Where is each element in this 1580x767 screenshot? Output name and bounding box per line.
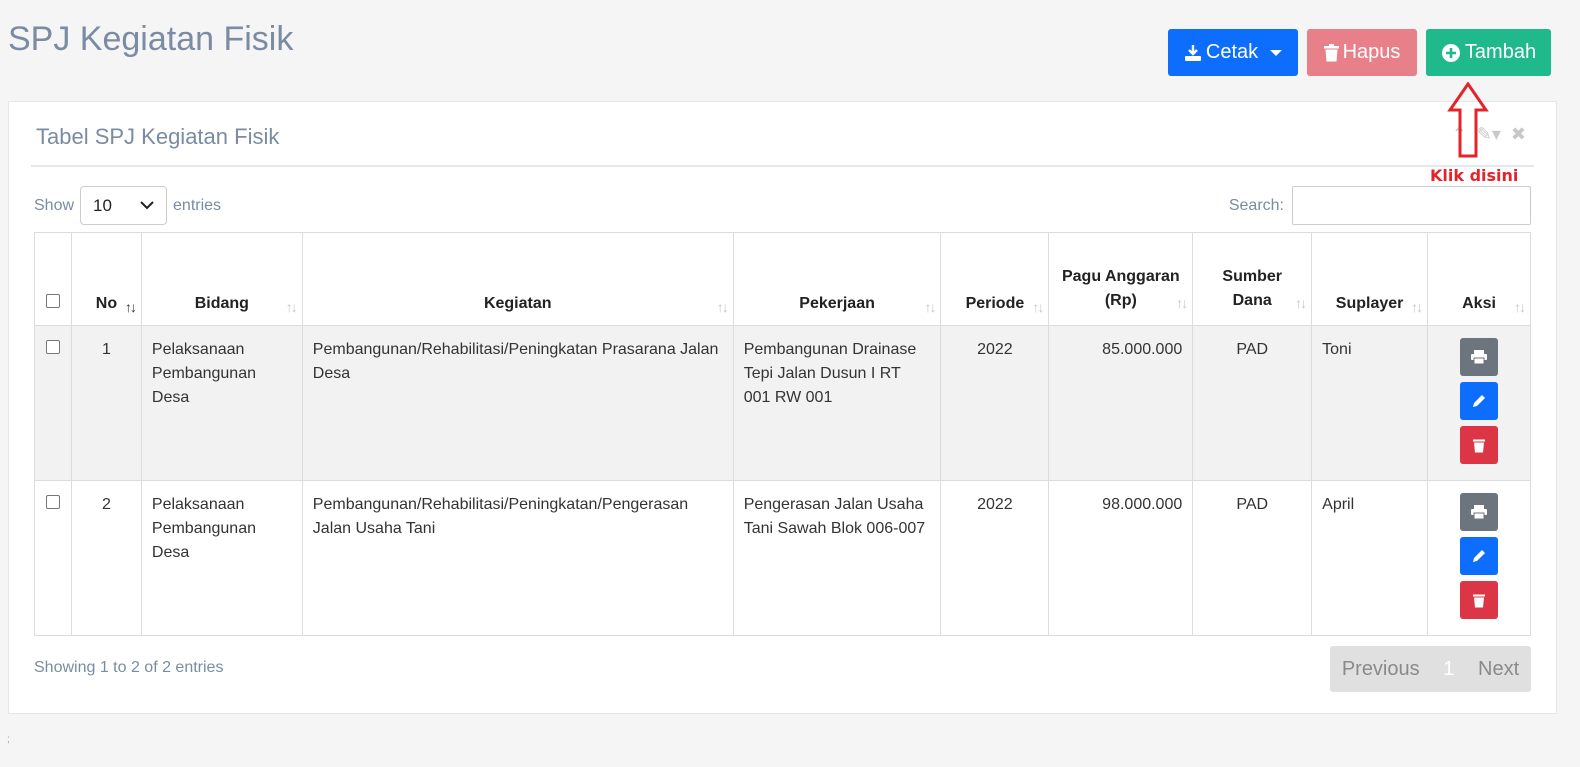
sort-icon: ↑↓ [1295, 295, 1307, 311]
cell-kegiatan: Pembangunan/Rehabilitasi/Peningkatan/Pen… [301, 480, 734, 636]
cell-kegiatan: Pembangunan/Rehabilitasi/Peningkatan Pra… [301, 325, 734, 481]
table-info: Showing 1 to 2 of 2 entries [34, 659, 224, 676]
cell-bidang: Pelaksanaan Pembangunan Desa [140, 325, 303, 481]
cell-aksi [1427, 325, 1531, 481]
cell-pagu: 98.000.000 [1048, 480, 1194, 636]
pencil-icon [1473, 395, 1486, 407]
row-checkbox[interactable] [45, 495, 60, 509]
trash-icon [1473, 594, 1486, 607]
table-row: 2 Pelaksanaan Pembangunan Desa Pembangun… [34, 480, 1531, 636]
pagination: Previous 1 Next [1330, 646, 1531, 692]
hapus-button[interactable]: Hapus [1307, 29, 1417, 76]
cell-sumber-dana: PAD [1192, 480, 1313, 636]
sort-icon: ↑↓ [716, 299, 729, 315]
cell-no: 1 [70, 325, 142, 481]
annotation-arrow-icon [1447, 82, 1489, 158]
cell-suplayer: April [1311, 480, 1429, 636]
trash-icon [1473, 439, 1486, 452]
column-header-periode[interactable]: Periode ↑↓ [940, 232, 1050, 326]
table-header-row: No ↑↓ Bidang ↑↓ Kegiatan ↑↓ Pekerjaan ↑↓ Per… [34, 232, 1531, 326]
sort-icon: ↑↓ [1514, 299, 1526, 315]
next-button[interactable]: Next [1478, 658, 1519, 681]
footer-mark: ; [7, 734, 10, 745]
cell-periode: 2022 [940, 480, 1050, 636]
close-icon[interactable]: ✖ [1511, 124, 1526, 145]
sort-icon: ↑↓ [1032, 299, 1044, 315]
print-icon [1471, 350, 1488, 364]
sort-asc-icon: ↑↓ [124, 299, 137, 315]
card-title: Tabel SPJ Kegiatan Fisik [36, 124, 280, 149]
cell-sumber-dana: PAD [1192, 325, 1313, 481]
sort-icon: ↑↓ [1176, 295, 1188, 311]
previous-button[interactable]: Previous [1342, 658, 1420, 681]
download-icon [1184, 44, 1201, 61]
print-button[interactable] [1460, 338, 1499, 376]
table-card: Tabel SPJ Kegiatan Fisik ⌃ ✎▾ ✖ Show 10 … [8, 101, 1557, 714]
tambah-label: Tambah [1464, 41, 1537, 63]
cell-pekerjaan: Pengerasan Jalan Usaha Tani Sawah Blok 0… [732, 480, 942, 636]
cell-suplayer: Toni [1311, 325, 1429, 481]
page-button-current[interactable]: 1 [1443, 658, 1454, 681]
entries-label: entries [173, 196, 222, 214]
column-header-pekerjaan[interactable]: Pekerjaan ↑↓ [732, 232, 942, 326]
cell-pagu: 85.000.000 [1048, 325, 1194, 481]
cetak-button[interactable]: Cetak [1168, 29, 1298, 76]
sort-icon: ↑↓ [1411, 299, 1423, 315]
column-header-kegiatan[interactable]: Kegiatan ↑↓ [301, 232, 734, 326]
column-header-sumber-dana[interactable]: Sumber Dana ↑↓ [1192, 232, 1313, 326]
sort-icon: ↑↓ [924, 299, 936, 315]
entries-value: 10 [93, 195, 112, 215]
hapus-label: Hapus [1342, 41, 1401, 63]
cell-pekerjaan: Pembangunan Drainase Tepi Jalan Dusun I … [732, 325, 942, 481]
pencil-icon [1473, 550, 1486, 562]
column-header-aksi[interactable]: Aksi ↑↓ [1427, 232, 1531, 326]
data-table: No ↑↓ Bidang ↑↓ Kegiatan ↑↓ Pekerjaan ↑↓ Per… [34, 232, 1531, 636]
search-box: Search: [1229, 186, 1531, 225]
delete-button[interactable] [1460, 426, 1499, 464]
cell-bidang: Pelaksanaan Pembangunan Desa [140, 480, 303, 636]
top-actions: Cetak Hapus Tambah [1168, 29, 1551, 76]
cell-aksi [1427, 480, 1531, 636]
annotation-label: Klik disini [1430, 166, 1519, 185]
column-header-suplayer[interactable]: Suplayer ↑↓ [1311, 232, 1429, 326]
plus-circle-icon [1441, 43, 1460, 62]
column-header-bidang[interactable]: Bidang ↑↓ [140, 232, 303, 326]
show-label: Show [34, 196, 75, 214]
select-all-checkbox[interactable] [45, 294, 60, 308]
cell-periode: 2022 [940, 325, 1050, 481]
tambah-button[interactable]: Tambah [1426, 29, 1551, 76]
row-checkbox[interactable] [45, 340, 60, 354]
table-row: 1 Pelaksanaan Pembangunan Desa Pembangun… [34, 325, 1531, 481]
print-icon [1471, 505, 1488, 519]
cetak-label: Cetak [1205, 41, 1259, 63]
sort-icon: ↑↓ [285, 299, 298, 315]
length-menu: Show 10 entries [34, 186, 221, 225]
column-header-no[interactable]: No ↑↓ [70, 232, 142, 326]
trash-icon [1323, 43, 1339, 61]
cell-no: 2 [70, 480, 142, 636]
chevron-down-icon [140, 201, 154, 210]
card-divider [31, 165, 1534, 167]
column-header-pagu[interactable]: Pagu Anggaran (Rp) ↑↓ [1048, 232, 1194, 326]
search-input[interactable] [1292, 186, 1531, 225]
edit-button[interactable] [1460, 537, 1499, 575]
page-title: SPJ Kegiatan Fisik [8, 20, 294, 58]
edit-button[interactable] [1460, 382, 1499, 420]
delete-button[interactable] [1460, 581, 1499, 619]
print-button[interactable] [1460, 493, 1499, 531]
select-all-header [34, 232, 72, 326]
search-label: Search: [1228, 196, 1284, 214]
entries-select[interactable]: 10 [80, 186, 168, 225]
chevron-down-icon [1270, 49, 1283, 56]
